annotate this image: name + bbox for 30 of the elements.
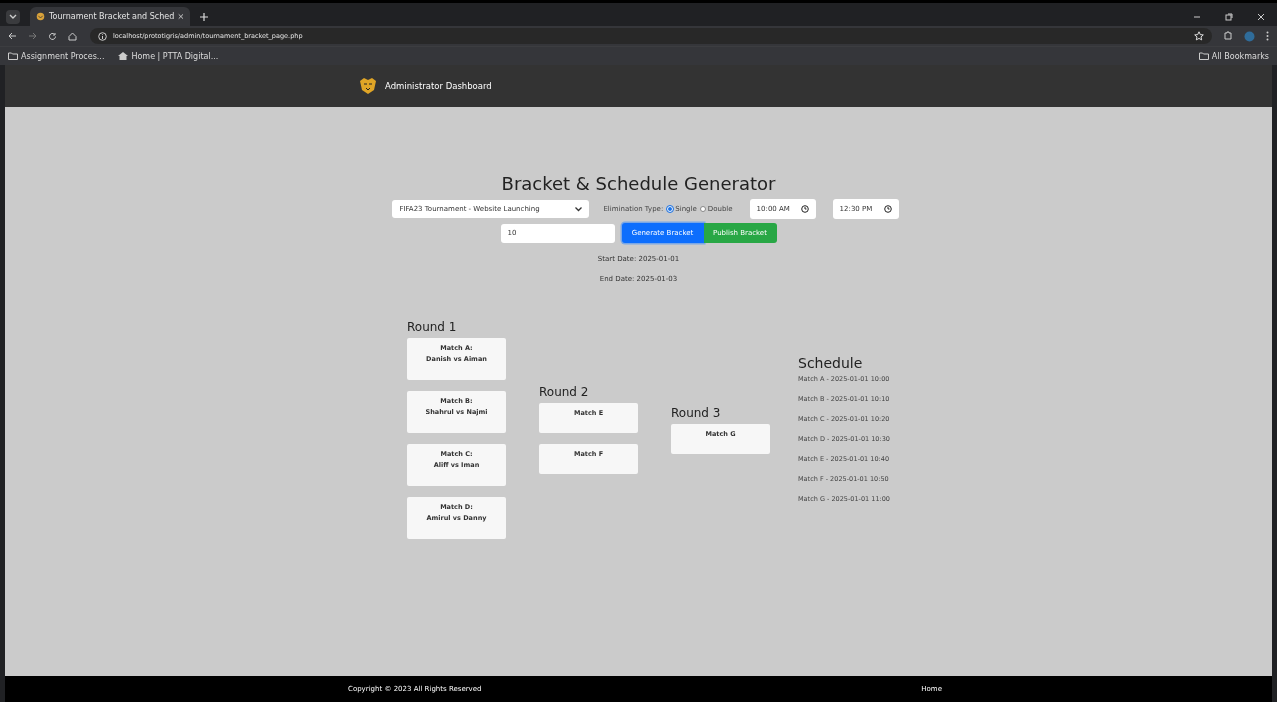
house-icon: [118, 52, 129, 60]
browser-tab[interactable]: Tournament Bracket and Sched: [30, 6, 190, 27]
restore-icon[interactable]: [1225, 12, 1233, 21]
dashboard-title: Administrator Dashboard: [385, 81, 492, 91]
star-icon[interactable]: [1194, 31, 1204, 41]
more-menu-icon[interactable]: [1266, 31, 1269, 41]
all-bookmarks-link[interactable]: All Bookmarks: [1198, 51, 1269, 61]
page-title: Bracket & Schedule Generator: [501, 173, 776, 195]
forward-icon[interactable]: [28, 32, 37, 40]
round-title: Round 2: [539, 385, 590, 399]
clock-icon: [883, 205, 892, 213]
folder-icon: [1198, 52, 1209, 60]
schedule-title: Schedule: [798, 355, 864, 371]
tab-list-button[interactable]: [6, 9, 20, 24]
close-icon[interactable]: [178, 13, 184, 20]
chevron-down-icon: [575, 206, 583, 212]
folder-icon: [8, 52, 18, 60]
clock-icon: [800, 205, 809, 213]
back-icon[interactable]: [8, 32, 17, 40]
reload-icon[interactable]: [48, 31, 57, 41]
round-title: Round 3: [671, 405, 722, 420]
round-title: Round 1: [407, 320, 458, 334]
home-icon[interactable]: [68, 31, 77, 41]
bookmark-link[interactable]: Home | PTTA Digital...: [118, 51, 219, 61]
bookmark-link[interactable]: Assignment Proces...: [8, 51, 105, 61]
new-tab-icon[interactable]: [200, 12, 208, 21]
info-icon: [98, 31, 107, 41]
chevron-down-icon: [9, 13, 17, 20]
close-icon[interactable]: [1257, 12, 1265, 21]
radio-button[interactable]: [699, 206, 706, 212]
